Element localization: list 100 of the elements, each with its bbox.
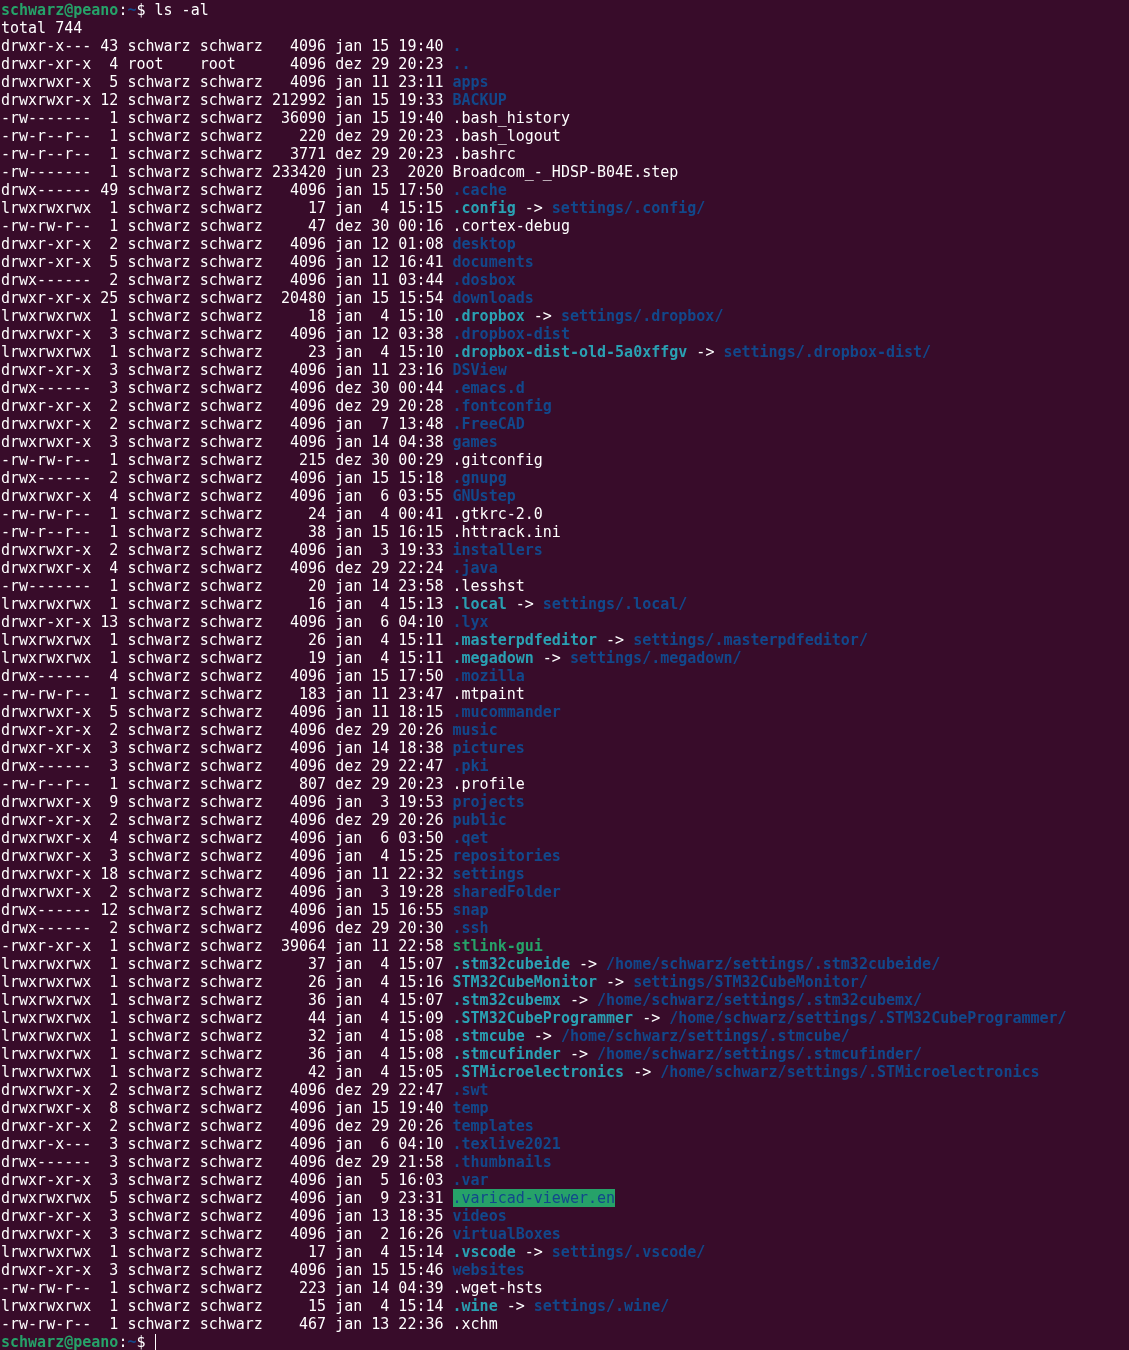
file-details: lrwxrwxrwx 1 schwarz schwarz 26 jan 4 15:11 bbox=[1, 631, 444, 649]
file-name: .xchm bbox=[452, 1315, 498, 1333]
file-details: lrwxrwxrwx 1 schwarz schwarz 15 jan 4 15:14 bbox=[1, 1297, 444, 1315]
file-details: drwxr-xr-x 3 schwarz schwarz 4096 jan 5 16:03 bbox=[1, 1171, 444, 1189]
file-details: drwx------ 4 schwarz schwarz 4096 jan 15 17:50 bbox=[1, 667, 444, 685]
symlink-arrow: -> bbox=[696, 343, 715, 361]
file-details: drwx------ 12 schwarz schwarz 4096 jan 15 16:55 bbox=[1, 901, 444, 919]
link-target: settings/.config/ bbox=[551, 199, 706, 217]
directory-name: .FreeCAD bbox=[452, 415, 525, 433]
symlink-name: STM32CubeMonitor bbox=[452, 973, 598, 991]
link-target: settings/.wine/ bbox=[533, 1297, 670, 1315]
symlink-arrow: -> bbox=[515, 595, 534, 613]
directory-name: installers bbox=[452, 541, 543, 559]
symlink-name: .megadown bbox=[452, 649, 534, 667]
file-name: .wget-hsts bbox=[452, 1279, 543, 1297]
directory-name: GNUstep bbox=[452, 487, 516, 505]
directory-name: websites bbox=[452, 1261, 525, 1279]
file-details: drwx------ 2 schwarz schwarz 4096 jan 15 15:18 bbox=[1, 469, 444, 487]
directory-name: .mozilla bbox=[452, 667, 525, 685]
directory-name: .ssh bbox=[452, 919, 489, 937]
file-details: -rw-r--r-- 1 schwarz schwarz 38 jan 15 16:15 bbox=[1, 523, 444, 541]
symlink-arrow: -> bbox=[524, 199, 543, 217]
directory-name: .pki bbox=[452, 757, 489, 775]
directory-name: temp bbox=[452, 1099, 489, 1117]
directory-name: .thumbnails bbox=[452, 1153, 552, 1171]
symlink-arrow: -> bbox=[506, 1297, 525, 1315]
file-details: drwxr-xr-x 3 schwarz schwarz 4096 jan 14 18:38 bbox=[1, 739, 444, 757]
file-details: lrwxrwxrwx 1 schwarz schwarz 37 jan 4 15:07 bbox=[1, 955, 444, 973]
directory-name: .cache bbox=[452, 181, 507, 199]
symlink-arrow: -> bbox=[569, 1045, 588, 1063]
file-details: drwxrwxr-x 5 schwarz schwarz 4096 jan 11 18:15 bbox=[1, 703, 444, 721]
file-details: drwxr-x--- 3 schwarz schwarz 4096 jan 6 04:10 bbox=[1, 1135, 444, 1153]
directory-name: public bbox=[452, 811, 507, 829]
file-details: -rw-rw-r-- 1 schwarz schwarz 215 dez 30 00:29 bbox=[1, 451, 444, 469]
directory-name: .lyx bbox=[452, 613, 489, 631]
directory-name: .dropbox-dist bbox=[452, 325, 570, 343]
prompt-path: ~ bbox=[127, 1, 137, 19]
symlink-arrow: -> bbox=[578, 955, 597, 973]
prompt-symbol: $ bbox=[136, 1, 146, 19]
directory-name: downloads bbox=[452, 289, 534, 307]
directory-name: .java bbox=[452, 559, 498, 577]
total-line: total 744 bbox=[1, 19, 83, 37]
link-target: /home/schwarz/settings/.stmcufinder/ bbox=[597, 1045, 923, 1063]
file-details: -rw-rw-r-- 1 schwarz schwarz 47 dez 30 00:16 bbox=[1, 217, 444, 235]
symlink-arrow: -> bbox=[533, 1027, 552, 1045]
file-details: -rw------- 1 schwarz schwarz 36090 jan 15 19:40 bbox=[1, 109, 444, 127]
file-details: drwxrwxr-x 5 schwarz schwarz 4096 jan 11 23:11 bbox=[1, 73, 444, 91]
file-details: -rw------- 1 schwarz schwarz 233420 jun 23 2020 bbox=[1, 163, 444, 181]
file-details: drwxr-x--- 43 schwarz schwarz 4096 jan 15 19:40 bbox=[1, 37, 444, 55]
file-details: drwxrwxrwx 5 schwarz schwarz 4096 jan 9 23:31 bbox=[1, 1189, 444, 1207]
symlink-name: .dropbox bbox=[452, 307, 525, 325]
directory-name: .. bbox=[452, 55, 471, 73]
file-details: lrwxrwxrwx 1 schwarz schwarz 42 jan 4 15:05 bbox=[1, 1063, 444, 1081]
file-details: lrwxrwxrwx 1 schwarz schwarz 26 jan 4 15:16 bbox=[1, 973, 444, 991]
file-details: drwxrwxr-x 4 schwarz schwarz 4096 dez 29 22:24 bbox=[1, 559, 444, 577]
directory-name: DSView bbox=[452, 361, 507, 379]
directory-name: documents bbox=[452, 253, 534, 271]
file-name: .bash_history bbox=[452, 109, 570, 127]
file-details: drwxrwxr-x 2 schwarz schwarz 4096 jan 3 19:33 bbox=[1, 541, 444, 559]
directory-name: music bbox=[452, 721, 498, 739]
file-details: drwxrwxr-x 3 schwarz schwarz 4096 jan 2 16:26 bbox=[1, 1225, 444, 1243]
link-target: /home/schwarz/settings/.stmcube/ bbox=[560, 1027, 850, 1045]
directory-name: snap bbox=[452, 901, 489, 919]
link-target: /home/schwarz/settings/.stm32cubemx/ bbox=[597, 991, 923, 1009]
directory-name: .emacs.d bbox=[452, 379, 525, 397]
directory-name: pictures bbox=[452, 739, 525, 757]
file-name: .gtkrc-2.0 bbox=[452, 505, 543, 523]
link-target: settings/.vscode/ bbox=[551, 1243, 706, 1261]
directory-name: .dosbox bbox=[452, 271, 516, 289]
symlink-name: .stmcufinder bbox=[452, 1045, 561, 1063]
link-target: /home/schwarz/settings/.STM32CubeProgrammer/ bbox=[669, 1009, 1067, 1027]
link-target: /home/schwarz/settings/.stm32cubeide/ bbox=[606, 955, 941, 973]
file-name: .profile bbox=[452, 775, 525, 793]
file-details: drwxr-xr-x 25 schwarz schwarz 20480 jan 15 15:54 bbox=[1, 289, 444, 307]
directory-name: virtualBoxes bbox=[452, 1225, 561, 1243]
file-name: Broadcom_-_HDSP-B04E.step bbox=[452, 163, 679, 181]
file-details: lrwxrwxrwx 1 schwarz schwarz 23 jan 4 15:10 bbox=[1, 343, 444, 361]
symlink-name: .stm32cubemx bbox=[452, 991, 561, 1009]
file-details: drwxrwxr-x 3 schwarz schwarz 4096 jan 14 04:38 bbox=[1, 433, 444, 451]
symlink-name: .local bbox=[452, 595, 507, 613]
symlink-name: .stmcube bbox=[452, 1027, 525, 1045]
directory-name: apps bbox=[452, 73, 489, 91]
file-details: drwxrwxr-x 8 schwarz schwarz 4096 jan 15 19:40 bbox=[1, 1099, 444, 1117]
symlink-name: .stm32cubeide bbox=[452, 955, 570, 973]
file-details: drwxr-xr-x 3 schwarz schwarz 4096 jan 15 15:46 bbox=[1, 1261, 444, 1279]
symlink-name: .STMicroelectronics bbox=[452, 1063, 625, 1081]
file-details: lrwxrwxrwx 1 schwarz schwarz 36 jan 4 15:07 bbox=[1, 991, 444, 1009]
file-details: drwxr-xr-x 5 schwarz schwarz 4096 jan 12 16:41 bbox=[1, 253, 444, 271]
file-details: lrwxrwxrwx 1 schwarz schwarz 16 jan 4 15:13 bbox=[1, 595, 444, 613]
file-details: drwx------ 3 schwarz schwarz 4096 dez 30 00:44 bbox=[1, 379, 444, 397]
directory-name: videos bbox=[452, 1207, 507, 1225]
file-details: drwxrwxr-x 9 schwarz schwarz 4096 jan 3 19:53 bbox=[1, 793, 444, 811]
file-details: -rw-r--r-- 1 schwarz schwarz 3771 dez 29 20:23 bbox=[1, 145, 444, 163]
file-details: drwxr-xr-x 2 schwarz schwarz 4096 jan 12 01:08 bbox=[1, 235, 444, 253]
file-details: drwxrwxr-x 4 schwarz schwarz 4096 jan 6 03:50 bbox=[1, 829, 444, 847]
file-name: .lesshst bbox=[452, 577, 525, 595]
directory-name: .varicad-viewer.en bbox=[452, 1189, 616, 1207]
file-name: .httrack.ini bbox=[452, 523, 561, 541]
prompt-separator: : bbox=[118, 1, 128, 19]
symlink-arrow: -> bbox=[606, 973, 625, 991]
